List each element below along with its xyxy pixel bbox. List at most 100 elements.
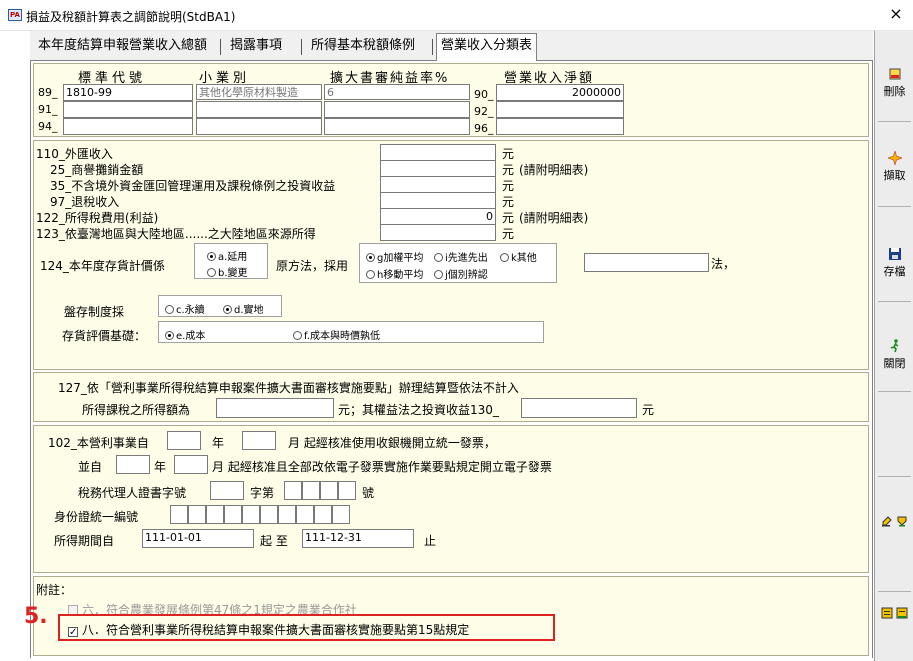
agent-cert-mid: 字第	[250, 486, 275, 500]
id-digit[interactable]	[314, 505, 332, 524]
revenue-input[interactable]: 2000000	[496, 84, 624, 101]
agent-cert-digit[interactable]	[302, 481, 320, 500]
count-system-group: c.永續 d.實地	[158, 295, 282, 317]
radio-specific-id[interactable]: j個別辨認	[434, 266, 488, 281]
running-man-icon	[890, 339, 898, 353]
item127-mid-label: 元；其權益法之投資收益130_	[338, 403, 499, 417]
tab-separator	[220, 39, 221, 55]
code-input[interactable]	[63, 101, 193, 118]
income-input[interactable]	[380, 224, 496, 241]
tab-revenue-classification[interactable]: 營業收入分類表	[436, 33, 538, 61]
code-input[interactable]	[63, 118, 193, 135]
id-digit[interactable]	[260, 505, 278, 524]
income-input[interactable]	[380, 160, 496, 177]
agent-cert-prefix-input[interactable]	[210, 481, 244, 500]
revenue-input[interactable]	[496, 101, 624, 118]
cash-register-month-input[interactable]	[242, 431, 276, 450]
close-button[interactable]: ×	[886, 4, 906, 24]
category-input[interactable]	[196, 118, 322, 135]
tab-separator	[432, 39, 433, 55]
equity-income-input[interactable]	[521, 398, 637, 418]
rate-input[interactable]	[324, 118, 470, 135]
agent-cert-digit[interactable]	[338, 481, 356, 500]
radio-dot	[366, 253, 375, 262]
period-to-label: 起 至	[260, 534, 288, 548]
item127-amount-label: 所得課稅之所得額為	[82, 403, 191, 417]
other-method-input[interactable]	[584, 253, 709, 272]
radio-change[interactable]: b.變更	[207, 264, 248, 279]
revenue-input[interactable]	[496, 118, 624, 135]
radio-moving-average[interactable]: h移動平均	[366, 266, 423, 281]
count-system-label: 盤存制度採	[64, 305, 125, 319]
id-digit[interactable]	[224, 505, 242, 524]
delete-button[interactable]: 刪除	[875, 67, 913, 99]
save-button[interactable]: 存檔	[875, 247, 913, 279]
code-input[interactable]: 1810-99	[63, 84, 193, 101]
notes-title: 附註：	[36, 583, 73, 597]
id-digit[interactable]	[278, 505, 296, 524]
category-input[interactable]: 其他化學原材料製造	[196, 84, 322, 100]
radio-cost[interactable]: e.成本	[165, 327, 205, 342]
income-input[interactable]	[380, 144, 496, 161]
e-invoice-year-input[interactable]	[116, 455, 150, 474]
radio-label: c.永續	[176, 305, 205, 316]
agent-cert-digit[interactable]	[284, 481, 302, 500]
id-digit[interactable]	[242, 505, 260, 524]
invoice-line1-label: 102_本營利事業自	[48, 436, 149, 450]
radio-label: k其他	[511, 253, 537, 264]
id-digit[interactable]	[206, 505, 224, 524]
invoice-panel: 102_本營利事業自 年 月 起經核准使用收銀機開立統一發票， 並自 年 月 起…	[33, 425, 869, 573]
row-prefix: 89_	[38, 86, 58, 99]
window-title: 損益及稅額計算表之調節說明(StdBA1)	[26, 10, 236, 24]
fetch-button[interactable]: 擷取	[875, 151, 913, 183]
radio-perpetual[interactable]: c.永續	[165, 301, 205, 316]
page-first-icon[interactable]	[881, 607, 893, 619]
item127-amount-input[interactable]	[216, 398, 334, 418]
period-to-input[interactable]: 111-12-31	[302, 529, 414, 548]
close-form-button[interactable]: 關閉	[875, 339, 913, 371]
radio-label: j個別辨認	[445, 270, 488, 281]
radio-lower-of-cost[interactable]: f.成本與時價孰低	[293, 327, 380, 342]
radio-weighted-average[interactable]: g加權平均	[366, 249, 423, 264]
cash-register-year-input[interactable]	[167, 431, 201, 450]
item127-unit: 元	[642, 403, 655, 417]
pencil-down-icon[interactable]	[896, 515, 908, 527]
radio-other[interactable]: k其他	[500, 249, 537, 264]
id-digit[interactable]	[188, 505, 206, 524]
rate-input[interactable]	[324, 101, 470, 118]
tab-revenue-total[interactable]: 本年度結算申報營業收入總額	[34, 34, 211, 58]
income-input[interactable]	[380, 192, 496, 209]
floppy-disk-icon	[888, 248, 901, 260]
sidebar-divider	[878, 121, 911, 122]
inventory-change-group: a.延用 b.變更	[194, 243, 268, 279]
sidebar-divider	[878, 206, 911, 207]
income-input[interactable]: 0	[380, 208, 496, 225]
income-input[interactable]	[380, 176, 496, 193]
category-input[interactable]	[196, 101, 322, 118]
agent-cert-digit[interactable]	[320, 481, 338, 500]
tab-bar: 本年度結算申報營業收入總額 揭露事項 所得基本稅額條例 營業收入分類表	[30, 31, 873, 61]
id-digit[interactable]	[170, 505, 188, 524]
radio-physical[interactable]: d.實地	[223, 301, 264, 316]
row-prefix: 90_	[474, 88, 494, 101]
id-digit[interactable]	[332, 505, 350, 524]
pencil-up-icon[interactable]	[881, 515, 893, 527]
radio-dot	[434, 253, 443, 262]
id-digit[interactable]	[296, 505, 314, 524]
tab-disclosure[interactable]: 揭露事項	[226, 34, 286, 58]
note-label: (請附明細表)	[519, 211, 589, 225]
rate-input[interactable]: 6	[324, 84, 470, 100]
tab-basic-tax[interactable]: 所得基本稅額條例	[307, 34, 419, 58]
period-from-input[interactable]: 111-01-01	[142, 529, 254, 548]
page-last-icon[interactable]	[896, 607, 908, 619]
radio-fifo[interactable]: i先進先出	[434, 249, 488, 264]
radio-dot	[207, 252, 216, 261]
row-prefix: 91_	[38, 103, 58, 116]
unit-label: 元	[502, 227, 515, 241]
row-prefix: 96_	[474, 122, 494, 135]
sparkle-icon	[887, 151, 902, 165]
radio-dot	[366, 270, 375, 279]
sidebar-divider	[878, 591, 911, 592]
radio-continue[interactable]: a.延用	[207, 248, 247, 263]
e-invoice-month-input[interactable]	[174, 455, 208, 474]
